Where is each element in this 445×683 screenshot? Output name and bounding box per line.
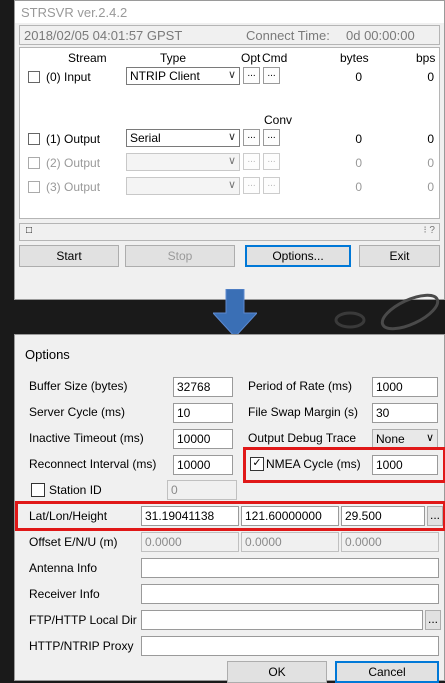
header-bytes: bytes xyxy=(340,51,369,65)
stream-0-bytes: 0 xyxy=(355,70,362,84)
station-id-label: Station ID xyxy=(49,483,102,497)
stream-1-label: (1) Output xyxy=(46,132,101,146)
stream-2-type-select[interactable]: ∨ xyxy=(126,153,240,171)
arrow-down-icon xyxy=(213,289,257,338)
window-title: STRSVR ver.2.4.2 xyxy=(15,1,444,23)
connect-time-label: Connect Time: xyxy=(246,28,330,43)
stream-0-checkbox[interactable] xyxy=(28,71,40,83)
stream-3-opt-button[interactable]: ... xyxy=(243,177,260,194)
ok-button[interactable]: OK xyxy=(227,661,327,683)
stream-1-cmd-button[interactable]: ... xyxy=(263,129,280,146)
highlight-lat-lon-height xyxy=(15,501,445,531)
offset-u-input[interactable]: 0.0000 xyxy=(341,532,439,552)
buffer-size-input[interactable]: 32768 xyxy=(173,377,233,397)
stream-3-checkbox[interactable] xyxy=(28,181,40,193)
stream-row-input0: (0) Input NTRIP Client ∨ ... ... 0 0 xyxy=(20,66,439,88)
proxy-input[interactable] xyxy=(141,636,439,656)
stream-1-opt-button[interactable]: ... xyxy=(243,129,260,146)
stream-1-bps: 0 xyxy=(427,132,434,146)
stream-0-type-select[interactable]: NTRIP Client ∨ xyxy=(126,67,240,85)
header-cmd: Cmd xyxy=(262,51,288,65)
stream-2-cmd-button[interactable]: ... xyxy=(263,153,280,170)
period-rate-input[interactable]: 1000 xyxy=(372,377,438,397)
offset-e-input[interactable]: 0.0000 xyxy=(141,532,239,552)
stream-2-opt-button[interactable]: ... xyxy=(243,153,260,170)
header-type: Type xyxy=(160,51,187,65)
stream-0-cmd-button[interactable]: ... xyxy=(263,67,280,84)
stream-2-bps: 0 xyxy=(427,156,434,170)
reconnect-interval-input[interactable]: 10000 xyxy=(173,455,233,475)
header-opt: Opt xyxy=(241,51,261,65)
station-id-checkbox[interactable] xyxy=(31,483,45,497)
offset-enu-label: Offset E/N/U (m) xyxy=(29,535,118,549)
options-dialog: Options Buffer Size (bytes) 32768 Period… xyxy=(14,334,445,683)
stream-1-checkbox[interactable] xyxy=(28,133,40,145)
stream-2-label: (2) Output xyxy=(46,156,101,170)
strsvr-window: STRSVR ver.2.4.2 2018/02/05 04:01:57 GPS… xyxy=(14,0,445,300)
stream-row-output2: (2) Output ∨ ... ... 0 0 xyxy=(20,152,439,174)
output-debug-label: Output Debug Trace xyxy=(248,431,357,445)
proxy-label: HTTP/NTRIP Proxy xyxy=(29,639,134,653)
file-swap-label: File Swap Margin (s) xyxy=(248,405,359,419)
receiver-info-input[interactable] xyxy=(141,584,439,604)
stream-1-bytes: 0 xyxy=(355,132,362,146)
reconnect-interval-label: Reconnect Interval (ms) xyxy=(29,457,157,471)
antenna-info-label: Antenna Info xyxy=(29,561,98,575)
stream-2-checkbox[interactable] xyxy=(28,157,40,169)
status-help-icon: ⁝ ? xyxy=(423,225,435,236)
options-button[interactable]: Options... xyxy=(245,245,351,267)
ftp-local-dir-label: FTP/HTTP Local Dir xyxy=(29,613,137,627)
chevron-down-icon: ∨ xyxy=(227,179,236,191)
highlight-nmea-cycle xyxy=(243,447,445,483)
antenna-info-input[interactable] xyxy=(141,558,439,578)
stream-3-type-select[interactable]: ∨ xyxy=(126,177,240,195)
stream-table: Stream Type Opt Cmd bytes bps Conv (0) I… xyxy=(19,47,440,219)
chevron-down-icon: ∨ xyxy=(227,155,236,167)
server-cycle-input[interactable]: 10 xyxy=(173,403,233,423)
stream-row-output3: (3) Output ∨ ... ... 0 0 xyxy=(20,176,439,198)
buffer-size-label: Buffer Size (bytes) xyxy=(29,379,128,393)
inactive-timeout-input[interactable]: 10000 xyxy=(173,429,233,449)
dialog-title: Options xyxy=(25,347,70,362)
stream-3-bytes: 0 xyxy=(355,180,362,194)
header-stream: Stream xyxy=(68,51,107,65)
stream-2-bytes: 0 xyxy=(355,156,362,170)
stream-1-type-select[interactable]: Serial ∨ xyxy=(126,129,240,147)
ftp-local-dir-input[interactable] xyxy=(141,610,423,630)
offset-n-input[interactable]: 0.0000 xyxy=(241,532,339,552)
file-swap-input[interactable]: 30 xyxy=(372,403,438,423)
ftp-local-dir-browse-button[interactable]: ... xyxy=(425,610,441,630)
background-decoration xyxy=(334,293,440,331)
connect-time-value: 0d 00:00:00 xyxy=(346,28,415,43)
stream-3-label: (3) Output xyxy=(46,180,101,194)
output-debug-select[interactable]: None ∨ xyxy=(372,429,438,449)
stream-3-bps: 0 xyxy=(427,180,434,194)
header-conv: Conv xyxy=(264,113,293,127)
stream-3-cmd-button[interactable]: ... xyxy=(263,177,280,194)
time-info-bar: 2018/02/05 04:01:57 GPST Connect Time: 0… xyxy=(19,25,440,45)
chevron-down-icon: ∨ xyxy=(227,69,236,81)
status-indicator-icon: □ xyxy=(26,225,33,236)
inactive-timeout-label: Inactive Timeout (ms) xyxy=(29,431,144,445)
stream-row-output1: (1) Output Serial ∨ ... ... 0 0 xyxy=(20,128,439,150)
period-rate-label: Period of Rate (ms) xyxy=(248,379,353,393)
stream-0-label: (0) Input xyxy=(46,70,91,84)
status-bar: □ ⁝ ? xyxy=(19,223,440,241)
cancel-button[interactable]: Cancel xyxy=(335,661,439,683)
exit-button[interactable]: Exit xyxy=(359,245,440,267)
receiver-info-label: Receiver Info xyxy=(29,587,100,601)
chevron-down-icon: ∨ xyxy=(227,131,236,143)
stream-0-bps: 0 xyxy=(427,70,434,84)
gpst-time: 2018/02/05 04:01:57 GPST xyxy=(24,28,183,43)
chevron-down-icon: ∨ xyxy=(425,432,434,444)
stream-0-opt-button[interactable]: ... xyxy=(243,67,260,84)
header-bps: bps xyxy=(416,51,436,65)
station-id-input[interactable]: 0 xyxy=(167,480,237,500)
stop-button[interactable]: Stop xyxy=(125,245,235,267)
server-cycle-label: Server Cycle (ms) xyxy=(29,405,126,419)
start-button[interactable]: Start xyxy=(19,245,119,267)
